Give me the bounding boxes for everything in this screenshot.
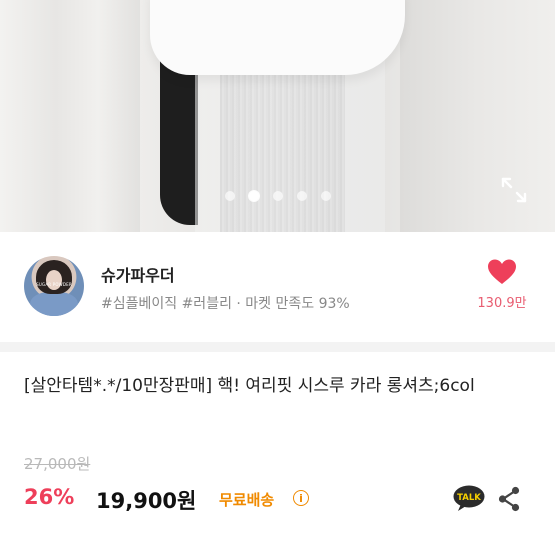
seller-tags: #심플베이직 #러블리 · 마켓 만족도 93% — [101, 296, 350, 312]
heart-icon[interactable] — [487, 258, 517, 286]
image-shirt-top — [150, 0, 405, 75]
seller-name[interactable]: 슈가파우더 — [101, 262, 175, 286]
expand-icon[interactable] — [500, 176, 528, 204]
product-title: [살안타템*.*/10만장판매] 핵! 여리핏 시스루 카라 롱셔츠;6col — [24, 376, 475, 396]
gallery-dot[interactable] — [272, 191, 283, 201]
discount-rate: 26% — [24, 485, 75, 509]
gallery-dot[interactable] — [296, 191, 307, 201]
avatar-face — [46, 270, 62, 290]
seller-section: SUGAR POWDER 슈가파우더 #심플베이직 #러블리 · 마켓 만족도 … — [0, 232, 555, 342]
info-icon[interactable]: i — [293, 490, 309, 506]
like-count: 130.9만 — [477, 296, 527, 311]
gallery-dot-active[interactable] — [248, 191, 259, 201]
section-divider — [0, 342, 555, 352]
avatar-logo-text: SUGAR POWDER — [36, 282, 72, 287]
sale-price: 19,900원 — [96, 489, 197, 513]
talk-label: TALK — [457, 493, 481, 503]
share-icon[interactable] — [496, 485, 522, 513]
gallery-dot[interactable] — [224, 191, 235, 201]
seller-avatar[interactable]: SUGAR POWDER — [24, 256, 84, 316]
gallery-pagination — [0, 191, 555, 201]
avatar-body — [30, 292, 78, 316]
talk-icon[interactable]: TALK — [452, 484, 486, 512]
free-shipping-label: 무료배송 — [219, 491, 275, 509]
image-shirt-body — [195, 50, 385, 232]
original-price: 27,000원 — [24, 455, 91, 473]
product-image[interactable] — [0, 0, 555, 232]
gallery-dot[interactable] — [320, 191, 331, 201]
